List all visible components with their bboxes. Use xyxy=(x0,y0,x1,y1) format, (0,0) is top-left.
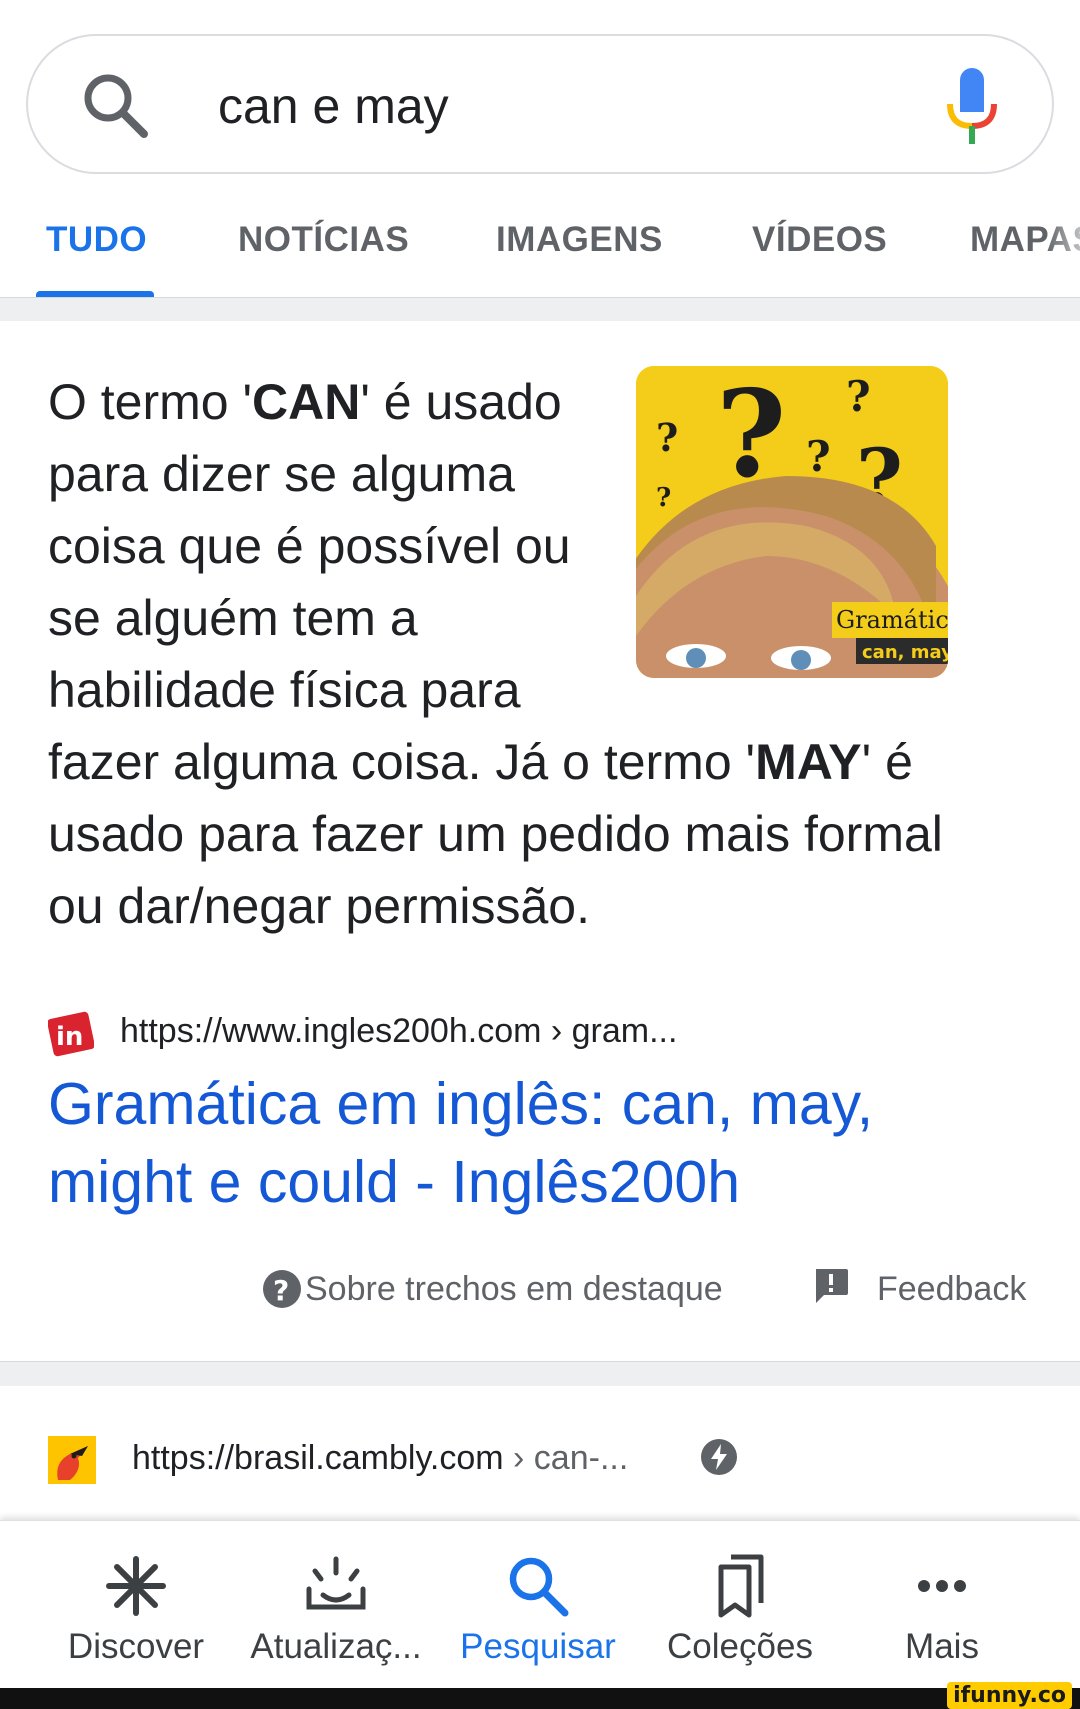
feedback-icon[interactable] xyxy=(812,1267,850,1305)
nav-search-label: Pesquisar xyxy=(460,1627,616,1666)
result-url-crumb: › can-... xyxy=(503,1439,629,1477)
snippet-text-part-1: O termo ' xyxy=(48,374,253,430)
featured-snippet: ? ? ? ? ? ? ? Gramátic can, may xyxy=(0,321,1080,1361)
tab-noticias[interactable]: NOTÍCIAS xyxy=(238,210,409,270)
nav-updates-label: Atualizaç... xyxy=(250,1627,422,1666)
nav-more-label: Mais xyxy=(905,1627,979,1666)
nav-discover[interactable]: Discover xyxy=(36,1521,236,1691)
tab-mapas[interactable]: MAPAS xyxy=(970,210,1080,270)
search-query[interactable]: can e may xyxy=(218,76,449,136)
source-url[interactable]: https://www.ingles200h.com › gram... xyxy=(120,1009,677,1053)
nav-updates[interactable]: Atualizaç... xyxy=(236,1521,436,1691)
search-result-cambly[interactable]: https://brasil.cambly.com › can-... xyxy=(0,1386,1080,1520)
thumbnail-image: ? ? ? ? ? ? ? Gramátic can, may xyxy=(636,366,948,678)
help-icon[interactable]: ? xyxy=(262,1269,302,1309)
search-icon xyxy=(509,1557,569,1617)
nav-collections-label: Coleções xyxy=(667,1627,813,1666)
more-icon xyxy=(918,1580,966,1592)
result-url-domain: https://brasil.cambly.com xyxy=(132,1439,504,1477)
search-icon[interactable] xyxy=(78,68,154,144)
result-title-link[interactable]: Gramática em inglês: can, may, might e c… xyxy=(48,1065,1028,1221)
search-tabs: TUDO NOTÍCIAS IMAGENS VÍDEOS MAPAS xyxy=(0,210,1080,300)
svg-text:in: in xyxy=(56,1022,83,1052)
tab-tudo[interactable]: TUDO xyxy=(46,210,147,270)
snippet-source[interactable]: in https://www.ingles200h.com › gram... xyxy=(48,1001,1048,1061)
svg-text:?: ? xyxy=(656,483,671,513)
snippet-bold-can: CAN xyxy=(252,374,361,430)
about-snippets-link[interactable]: Sobre trechos em destaque xyxy=(305,1267,723,1311)
snippet-bold-may: MAY xyxy=(755,734,862,790)
section-divider xyxy=(0,297,1080,322)
svg-text:?: ? xyxy=(846,372,871,421)
snippet-text: ? ? ? ? ? ? ? Gramátic can, may xyxy=(48,366,948,942)
feedback-link[interactable]: Feedback xyxy=(877,1267,1026,1311)
svg-text:?: ? xyxy=(806,432,831,481)
nav-more[interactable]: Mais xyxy=(842,1521,1042,1691)
nav-search[interactable]: Pesquisar xyxy=(438,1521,638,1691)
svg-text:?: ? xyxy=(656,415,678,460)
snippet-thumbnail[interactable]: ? ? ? ? ? ? ? Gramátic can, may xyxy=(636,366,948,678)
search-bar[interactable]: can e may xyxy=(26,34,1054,174)
tab-mapas-label: MAPAS xyxy=(970,220,1080,259)
thumbnail-caption-1: Gramátic xyxy=(836,606,948,634)
snippet-footer: ? Sobre trechos em destaque Feedback xyxy=(0,1261,1080,1331)
amp-lightning-icon xyxy=(701,1439,737,1475)
collections-icon xyxy=(718,1554,764,1618)
watermark-bar xyxy=(0,1688,1080,1709)
nav-discover-label: Discover xyxy=(67,1627,205,1666)
nav-collections[interactable]: Coleções xyxy=(640,1521,840,1691)
ifunny-watermark: ifunny.co xyxy=(947,1682,1072,1709)
cambly-favicon-icon xyxy=(48,1436,96,1484)
bottom-navigation: Discover Atualizaç... Pesquisar Coleções… xyxy=(0,1520,1080,1691)
microphone-icon[interactable] xyxy=(942,64,1002,148)
ingles200h-favicon-icon: in xyxy=(48,1011,94,1057)
section-divider xyxy=(0,1361,1080,1387)
svg-text:?: ? xyxy=(273,1274,289,1307)
thumbnail-caption-2: can, may xyxy=(862,642,948,663)
updates-icon xyxy=(306,1556,366,1610)
tab-imagens[interactable]: IMAGENS xyxy=(496,210,663,270)
tab-videos[interactable]: VÍDEOS xyxy=(752,210,887,270)
result-url[interactable]: https://brasil.cambly.com › can-... xyxy=(132,1436,628,1480)
asterisk-icon xyxy=(106,1556,166,1616)
